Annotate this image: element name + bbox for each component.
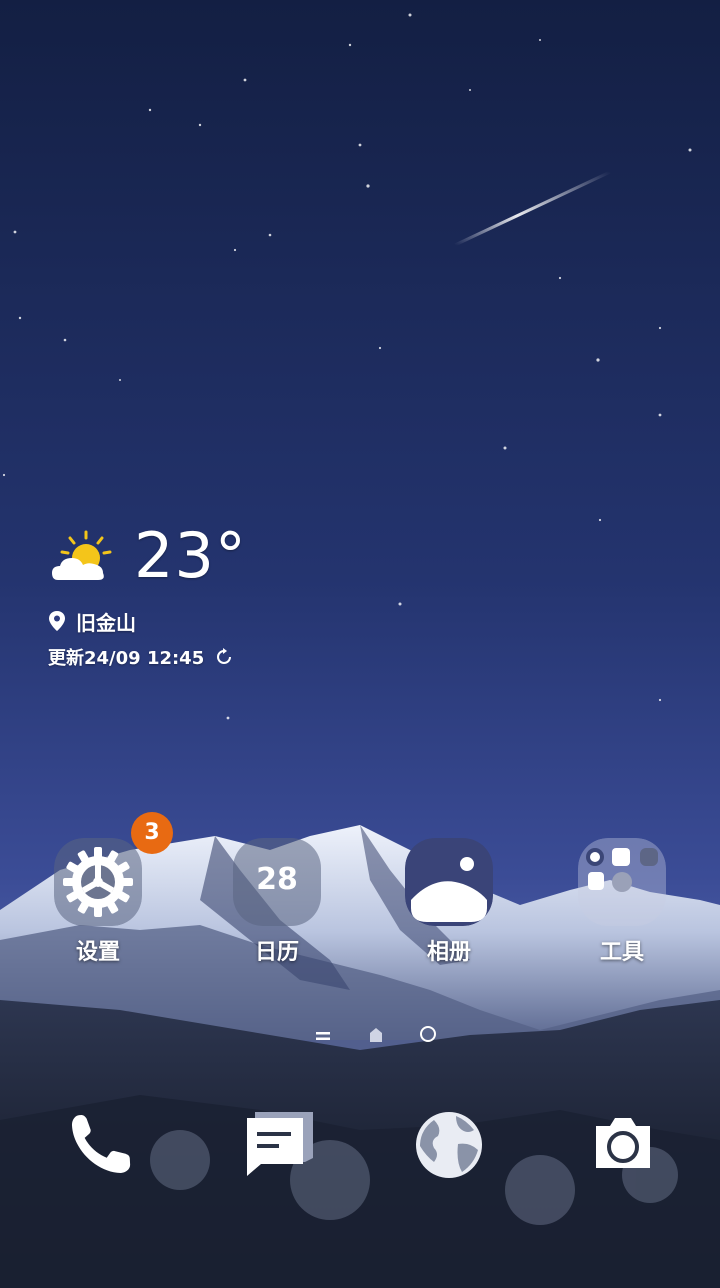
calendar-icon: 28	[233, 838, 321, 926]
notification-badge: 3	[131, 812, 173, 854]
location-name: 旧金山	[76, 610, 136, 635]
page-dot[interactable]	[419, 1025, 437, 1047]
app-gallery[interactable]: 相册	[384, 834, 514, 974]
dock-camera[interactable]	[578, 1100, 668, 1190]
dock	[0, 1100, 720, 1190]
app-tools-folder[interactable]: 工具	[557, 834, 687, 974]
app-label: 设置	[75, 940, 120, 965]
dock-messages[interactable]	[231, 1100, 321, 1190]
browser-globe-icon	[416, 1112, 482, 1178]
location-pin-icon	[49, 611, 65, 631]
page-dot-menu[interactable]	[316, 1028, 330, 1047]
app-label: 工具	[599, 940, 644, 965]
dock-phone[interactable]	[53, 1100, 143, 1190]
updated-time: 更新24/09 12:45	[48, 648, 205, 669]
messages-icon	[247, 1112, 313, 1176]
camera-icon	[596, 1118, 650, 1168]
app-calendar[interactable]: 28 日历	[212, 834, 342, 974]
calendar-date: 28	[256, 862, 298, 897]
gallery-icon	[405, 838, 493, 926]
dock-browser[interactable]	[404, 1100, 494, 1190]
update-row: 更新24/09 12:45	[48, 644, 234, 670]
home-apps-row: 3 设置 28 日历 相册 工具	[0, 812, 720, 974]
app-label: 相册	[426, 940, 471, 965]
settings-gear-icon	[54, 838, 142, 926]
page-indicator[interactable]	[300, 1022, 450, 1050]
app-settings[interactable]: 3 设置	[33, 812, 173, 974]
partly-sunny-icon	[52, 530, 112, 580]
home-page-dot-icon[interactable]	[368, 1027, 384, 1047]
refresh-icon[interactable]	[214, 647, 234, 667]
temperature: 23°	[134, 519, 247, 592]
phone-icon	[71, 1114, 131, 1174]
app-label: 日历	[254, 940, 299, 965]
location-row: 旧金山	[48, 608, 136, 635]
weather-widget[interactable]: 23° 旧金山 更新24/09 12:45	[48, 520, 308, 670]
tools-folder-icon	[578, 838, 666, 926]
